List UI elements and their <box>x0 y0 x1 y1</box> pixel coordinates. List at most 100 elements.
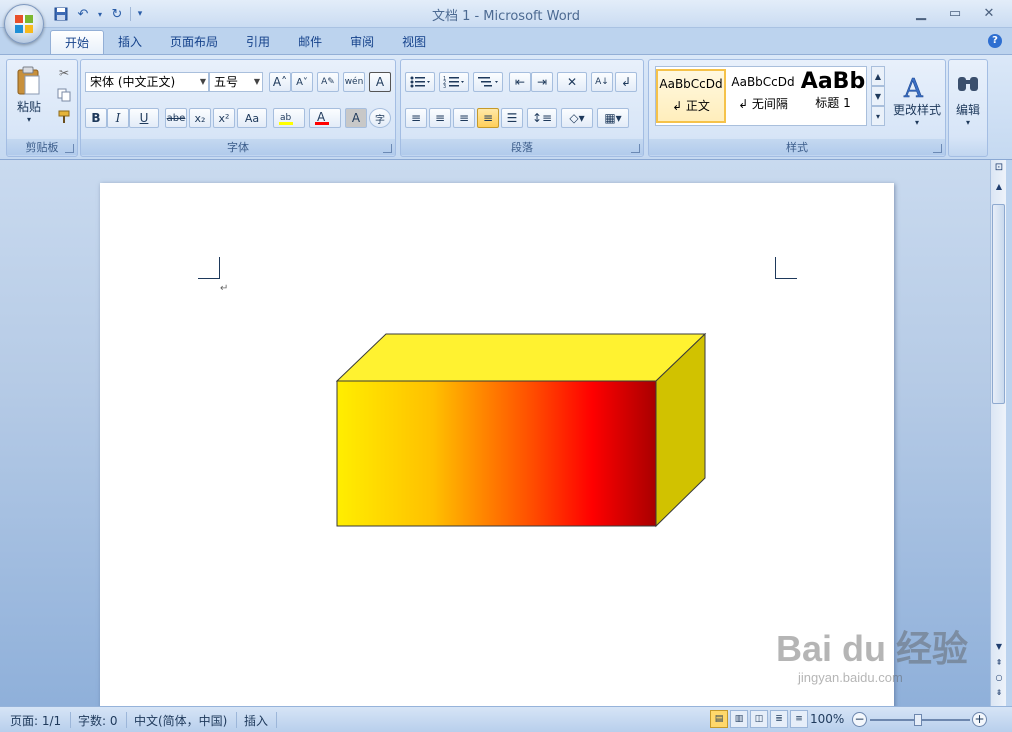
phonetic-guide-button[interactable]: wén <box>343 72 365 92</box>
distributed-icon[interactable]: ☰ <box>501 108 523 128</box>
select-browse-object-icon[interactable]: ○ <box>993 673 1005 685</box>
status-language[interactable]: 中文(简体，中国) <box>134 712 227 729</box>
tab-mailings[interactable]: 邮件 <box>284 30 336 54</box>
char-border-button[interactable]: A <box>369 72 391 92</box>
zoom-in-icon[interactable]: + <box>972 712 987 727</box>
close-button[interactable]: ✕ <box>972 2 1006 24</box>
font-launcher-icon[interactable] <box>383 144 392 153</box>
gallery-more-icon[interactable]: ▾ <box>871 106 885 126</box>
char-shading-button[interactable]: A <box>345 108 367 128</box>
gallery-down-icon[interactable]: ▼ <box>871 86 885 106</box>
tab-review[interactable]: 审阅 <box>336 30 388 54</box>
justify-icon[interactable]: ≡ <box>477 108 499 128</box>
style-normal[interactable]: AaBbCcDd ↲ 正文 <box>656 69 726 123</box>
editing-label: 编辑 <box>955 103 980 117</box>
subscript-button[interactable]: x₂ <box>189 108 211 128</box>
paste-button[interactable]: 粘贴 ▾ <box>11 64 47 126</box>
scroll-down-icon[interactable]: ▼ <box>993 642 1005 654</box>
styles-group-label: 样式 <box>649 139 945 155</box>
clear-format-icon[interactable]: A✎ <box>317 72 339 92</box>
style-no-spacing-name: ↲ 无间隔 <box>738 97 788 111</box>
underline-button[interactable]: U <box>129 108 159 128</box>
align-right-icon[interactable]: ≡ <box>453 108 475 128</box>
full-screen-reading-view-icon[interactable]: ▥ <box>730 710 748 728</box>
paragraph-launcher-icon[interactable] <box>631 144 640 153</box>
zoom-slider-thumb[interactable] <box>914 714 922 726</box>
format-painter-icon[interactable] <box>55 108 73 126</box>
paragraph-group-label: 段落 <box>401 139 643 155</box>
copy-icon[interactable] <box>55 86 73 104</box>
ribbon-tabs: 开始 插入 页面布局 引用 邮件 审阅 视图 <box>50 30 440 54</box>
strikethrough-button[interactable]: abe <box>165 108 187 128</box>
styles-launcher-icon[interactable] <box>933 144 942 153</box>
chevron-down-icon: ▼ <box>253 77 260 86</box>
multilevel-list-button[interactable] <box>473 72 503 92</box>
align-center-icon[interactable]: ≡ <box>429 108 451 128</box>
zoom-level[interactable]: 100% <box>810 712 844 726</box>
gallery-up-icon[interactable]: ▲ <box>871 66 885 86</box>
borders-icon[interactable]: ▦▾ <box>597 108 629 128</box>
bold-button[interactable]: B <box>85 108 107 128</box>
box-top-face <box>336 333 707 382</box>
tab-home[interactable]: 开始 <box>50 30 105 54</box>
line-spacing-icon[interactable]: ↕≡ <box>527 108 557 128</box>
binoculars-icon <box>958 77 978 91</box>
status-page[interactable]: 页面: 1/1 <box>10 712 61 729</box>
next-page-icon[interactable]: ⇟ <box>993 688 1005 700</box>
ruler-toggle-icon[interactable]: ⊡ <box>993 162 1005 174</box>
minimize-button[interactable]: ▁ <box>904 2 938 24</box>
grow-font-button[interactable]: A˄ <box>269 72 291 92</box>
tab-references[interactable]: 引用 <box>232 30 284 54</box>
editing-button[interactable]: 编辑 ▾ <box>951 64 985 136</box>
style-heading-1[interactable]: AaBb 标题 1 <box>800 69 866 123</box>
tab-page-layout[interactable]: 页面布局 <box>156 30 232 54</box>
change-case-button[interactable]: Aa <box>237 108 267 128</box>
style-no-spacing[interactable]: AaBbCcDd ↲ 无间隔 <box>728 69 798 123</box>
highlight-button[interactable]: ab <box>273 108 305 128</box>
help-icon[interactable]: ? <box>988 34 1002 48</box>
asian-layout-icon[interactable]: ✕ <box>557 72 587 92</box>
shading-icon[interactable]: ◇▾ <box>561 108 593 128</box>
paste-icon <box>17 66 40 95</box>
vertical-scrollbar[interactable]: ⊡ ▲ ▼ ⇞ ○ ⇟ <box>990 160 1006 706</box>
margin-corner-top-left <box>198 257 220 279</box>
tab-insert[interactable]: 插入 <box>104 30 156 54</box>
superscript-button[interactable]: x² <box>213 108 235 128</box>
font-size-combo[interactable]: 五号 ▼ <box>209 72 263 92</box>
decrease-indent-icon[interactable]: ⇤ <box>509 72 531 92</box>
status-insert-mode[interactable]: 插入 <box>244 712 268 729</box>
document-page[interactable]: ↵ <box>100 183 894 723</box>
sort-icon[interactable]: A↓ <box>591 72 613 92</box>
paste-dropdown-icon[interactable]: ▾ <box>27 115 31 124</box>
cut-icon[interactable]: ✂ <box>55 64 73 82</box>
italic-button[interactable]: I <box>107 108 129 128</box>
enclose-char-button[interactable]: 字 <box>369 108 391 128</box>
align-left-icon[interactable]: ≡ <box>405 108 427 128</box>
tab-view[interactable]: 视图 <box>388 30 440 54</box>
font-color-button[interactable]: A <box>309 108 341 128</box>
show-marks-icon[interactable]: ↲ <box>615 72 637 92</box>
print-layout-view-icon[interactable]: ▤ <box>710 710 728 728</box>
office-button[interactable] <box>4 4 44 44</box>
status-words[interactable]: 字数: 0 <box>78 712 118 729</box>
font-name-combo[interactable]: 宋体 (中文正文) ▼ <box>85 72 209 92</box>
bullets-icon <box>410 76 430 88</box>
numbering-button[interactable]: 123 <box>439 72 469 92</box>
zoom-out-icon[interactable]: − <box>852 712 867 727</box>
shrink-font-button[interactable]: A˅ <box>291 72 313 92</box>
paste-label: 粘贴 <box>16 100 41 114</box>
previous-page-icon[interactable]: ⇞ <box>993 658 1005 670</box>
draft-view-icon[interactable]: ≡ <box>790 710 808 728</box>
maximize-button[interactable]: ▭ <box>938 2 972 24</box>
styles-gallery: AaBbCcDd ↲ 正文 AaBbCcDd ↲ 无间隔 AaBb 标题 1 <box>655 66 867 126</box>
increase-indent-icon[interactable]: ⇥ <box>531 72 553 92</box>
scroll-up-icon[interactable]: ▲ <box>993 182 1005 194</box>
clipboard-launcher-icon[interactable] <box>65 144 74 153</box>
box-front-face <box>336 380 657 527</box>
scroll-thumb[interactable] <box>992 204 1005 404</box>
3d-box-shape[interactable] <box>336 333 708 529</box>
change-styles-button[interactable]: A 更改样式 ▾ <box>889 64 945 136</box>
outline-view-icon[interactable]: ≣ <box>770 710 788 728</box>
bullets-button[interactable] <box>405 72 435 92</box>
web-layout-view-icon[interactable]: ◫ <box>750 710 768 728</box>
